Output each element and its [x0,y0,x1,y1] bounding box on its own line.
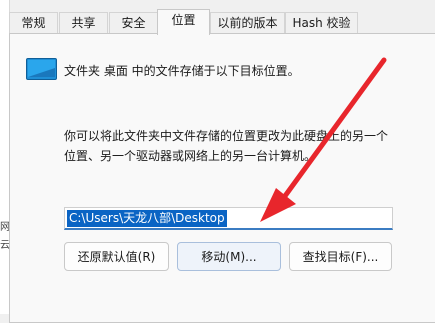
location-description: 文件夹 桌面 中的文件存储于以下目标位置。 [64,64,300,78]
explanation-line: 位置、另一个驱动器或网络上的另一台计算机。 [64,149,317,163]
location-path-selected-text: C:\Users\天龙八部\Desktop [67,210,227,227]
tab-previous-versions[interactable]: 以前的版本 [210,12,285,34]
location-explanation: 你可以将此文件夹中文件存储的位置更改为此硬盘上的另一个 位置、另一个驱动器或网络… [64,126,404,166]
restore-default-button[interactable]: 还原默认值(R) [64,242,169,271]
location-path-input[interactable]: C:\Users\天龙八部\Desktop [64,207,393,230]
tab-location[interactable]: 位置 [157,9,210,35]
move-button[interactable]: 移动(M)... [177,242,281,271]
tab-hash-check[interactable]: Hash 校验 [285,12,358,34]
tab-general[interactable]: 常规 [9,12,58,34]
tab-sharing[interactable]: 共享 [59,12,108,34]
find-target-button[interactable]: 查找目标(F)... [289,242,392,271]
desktop-folder-icon [26,58,57,80]
tab-security[interactable]: 安全 [109,12,158,34]
explanation-line: 你可以将此文件夹中文件存储的位置更改为此硬盘上的另一个 [64,129,389,143]
properties-tab-strip: 常规 共享 安全 位置 以前的版本 Hash 校验 [9,9,435,35]
